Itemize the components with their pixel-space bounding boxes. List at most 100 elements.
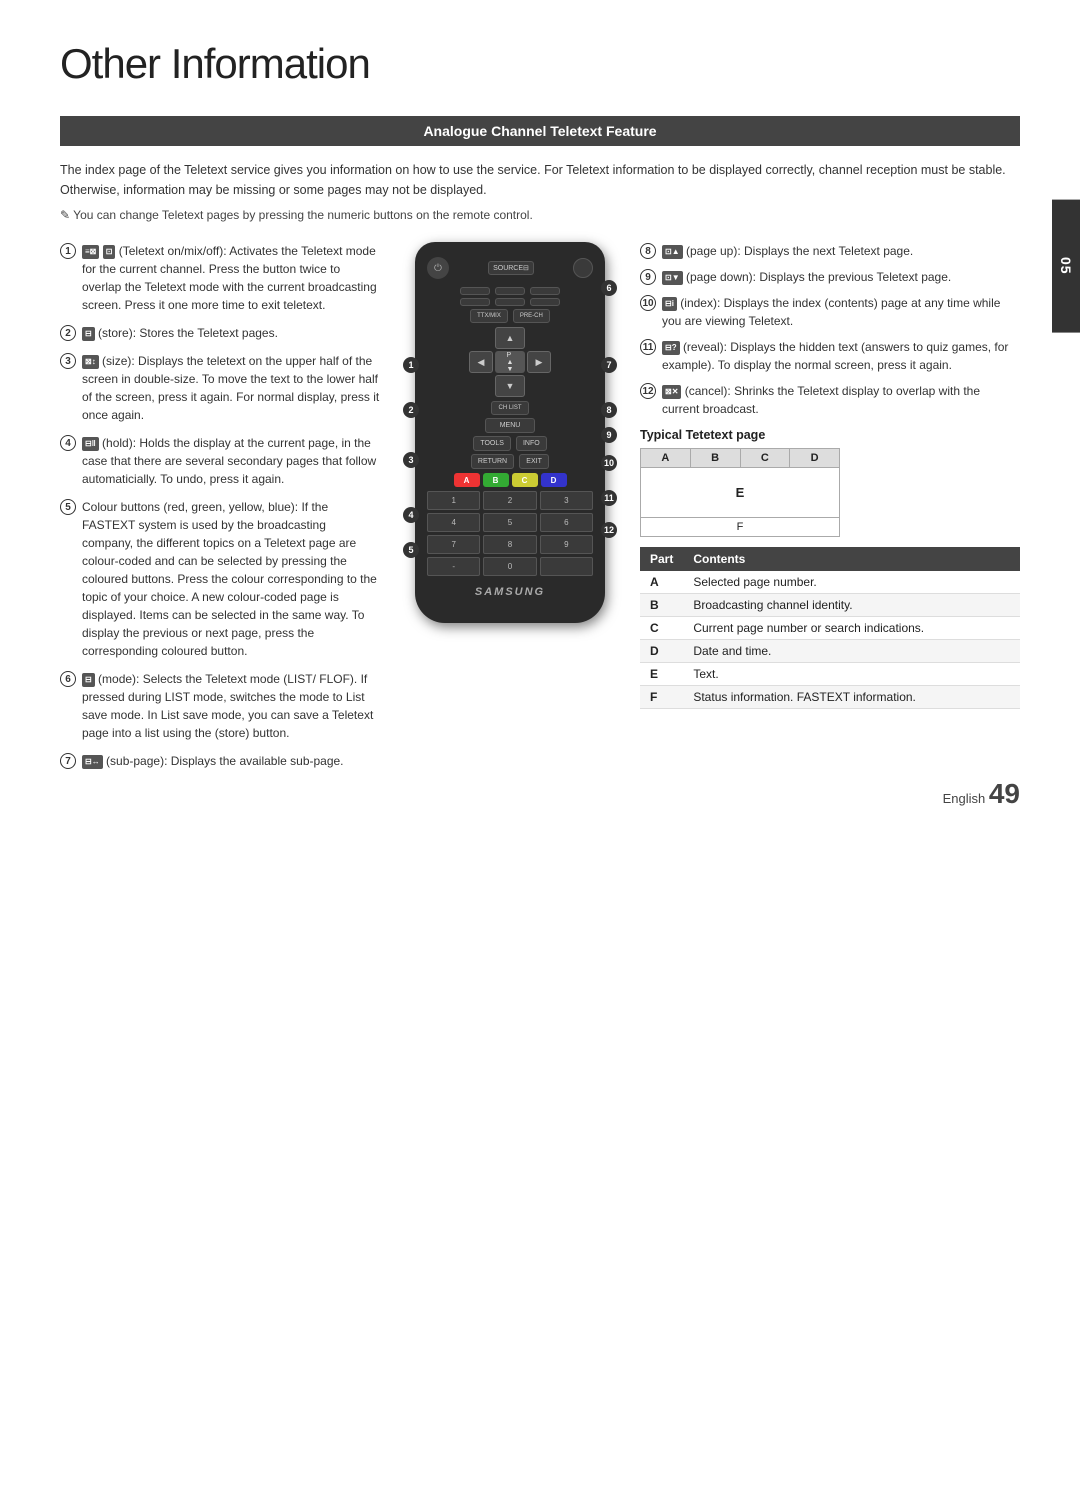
- nav-right-button[interactable]: ▶: [527, 351, 551, 373]
- list-item: 6 ⊟ (mode): Selects the Teletext mode (L…: [60, 670, 380, 742]
- source-button[interactable]: SOURCE⊟: [488, 261, 534, 275]
- subpage-icon: ⊟↔: [82, 755, 103, 769]
- footer-text: English: [943, 791, 986, 806]
- color-btn-green[interactable]: B: [483, 473, 509, 487]
- teletext-col-c: C: [741, 449, 791, 467]
- list-item-10: 10 ⊟i (index): Displays the index (conte…: [640, 294, 1020, 330]
- num-btn-6[interactable]: 6: [540, 513, 593, 532]
- btn-row-2: [427, 298, 593, 306]
- btn-empty-4[interactable]: [460, 298, 490, 306]
- power-button[interactable]: ⏻: [427, 257, 449, 279]
- color-btn-yellow[interactable]: C: [512, 473, 538, 487]
- num-btn-5[interactable]: 5: [483, 513, 536, 532]
- part-cell: B: [640, 594, 683, 617]
- num-btn-minus[interactable]: -: [427, 557, 480, 576]
- list-item: 2 ⊟ (store): Stores the Teletext pages.: [60, 324, 380, 342]
- page-number: 49: [989, 778, 1020, 809]
- info-button[interactable]: INFO: [516, 436, 547, 451]
- table-row: CCurrent page number or search indicatio…: [640, 617, 1020, 640]
- table-row: FStatus information. FASTEXT information…: [640, 686, 1020, 709]
- menu-button[interactable]: MENU: [485, 418, 535, 433]
- callout-9: 9: [601, 427, 617, 443]
- feature-list-right: 8 ⊡▲ (page up): Displays the next Telete…: [640, 242, 1020, 418]
- teletext-col-d: D: [790, 449, 839, 467]
- color-btn-blue[interactable]: D: [541, 473, 567, 487]
- item-number-12: 12: [640, 383, 656, 399]
- part-cell: F: [640, 686, 683, 709]
- btn-empty-2[interactable]: [495, 287, 525, 295]
- page-footer: English 49: [943, 778, 1020, 810]
- callout-4: 4: [403, 507, 419, 523]
- center-column: ⏻ SOURCE⊟: [400, 242, 620, 780]
- item-text-4: ⊟‖ (hold): Holds the display at the curr…: [82, 434, 380, 488]
- mode-icon: ⊟: [82, 673, 95, 687]
- ttx-icon: ≡⊠: [82, 245, 99, 259]
- parts-table-header-contents: Contents: [683, 547, 1020, 571]
- table-row: DDate and time.: [640, 640, 1020, 663]
- btn-empty-3[interactable]: [530, 287, 560, 295]
- item-text-2: ⊟ (store): Stores the Teletext pages.: [82, 324, 278, 342]
- num-btn-8[interactable]: 8: [483, 535, 536, 554]
- exit-button[interactable]: EXIT: [519, 454, 549, 469]
- nav-ok-button[interactable]: P▲▼: [495, 351, 525, 373]
- mute-button[interactable]: [573, 258, 593, 278]
- num-btn-9[interactable]: 9: [540, 535, 593, 554]
- callout-3: 3: [403, 452, 419, 468]
- callout-10: 10: [601, 455, 617, 471]
- item-text-10: ⊟i (index): Displays the index (contents…: [662, 294, 1020, 330]
- btn-row-1: [427, 287, 593, 295]
- item-text-5: Colour buttons (red, green, yellow, blue…: [82, 498, 380, 660]
- table-row: BBroadcasting channel identity.: [640, 594, 1020, 617]
- num-row-4: - 0: [427, 557, 593, 576]
- callout-1: 1: [403, 357, 419, 373]
- color-btn-red[interactable]: A: [454, 473, 480, 487]
- num-btn-3[interactable]: 3: [540, 491, 593, 510]
- nav-down-button[interactable]: ▼: [495, 375, 525, 397]
- nav-left-button[interactable]: ◀: [469, 351, 493, 373]
- num-btn-7[interactable]: 7: [427, 535, 480, 554]
- parts-table: Part Contents ASelected page number.BBro…: [640, 547, 1020, 709]
- num-btn-1[interactable]: 1: [427, 491, 480, 510]
- num-btn-2[interactable]: 2: [483, 491, 536, 510]
- item-text-9: ⊡▼ (page down): Displays the previous Te…: [662, 268, 951, 286]
- item-number-6: 6: [60, 671, 76, 687]
- main-content: 1 ≡⊠ ⊡ (Teletext on/mix/off): Activates …: [60, 242, 1020, 780]
- num-btn-4[interactable]: 4: [427, 513, 480, 532]
- item-number-11: 11: [640, 339, 656, 355]
- tools-button[interactable]: TOOLS: [473, 436, 511, 451]
- left-column: 1 ≡⊠ ⊡ (Teletext on/mix/off): Activates …: [60, 242, 380, 780]
- teletext-preview: A B C D E F: [640, 448, 840, 537]
- contents-cell: Status information. FASTEXT information.: [683, 686, 1020, 709]
- num-btn-misc[interactable]: [540, 557, 593, 576]
- item-number-7: 7: [60, 753, 76, 769]
- list-item-12: 12 ⊠✕ (cancel): Shrinks the Teletext dis…: [640, 382, 1020, 418]
- callout-12: 12: [601, 522, 617, 538]
- note-text: You can change Teletext pages by pressin…: [60, 208, 1020, 222]
- remote-control: ⏻ SOURCE⊟: [415, 242, 605, 623]
- contents-cell: Date and time.: [683, 640, 1020, 663]
- list-item: 5 Colour buttons (red, green, yellow, bl…: [60, 498, 380, 660]
- btn-empty-5[interactable]: [495, 298, 525, 306]
- btn-empty-6[interactable]: [530, 298, 560, 306]
- contents-cell: Selected page number.: [683, 571, 1020, 594]
- callout-2: 2: [403, 402, 419, 418]
- ttx-mix-button[interactable]: TTX/MIX: [470, 309, 508, 323]
- item-number-5: 5: [60, 499, 76, 515]
- reveal-icon: ⊟?: [662, 341, 680, 355]
- item-text-11: ⊟? (reveal): Displays the hidden text (a…: [662, 338, 1020, 374]
- contents-cell: Current page number or search indication…: [683, 617, 1020, 640]
- size-icon: ⊠↕: [82, 355, 99, 369]
- num-btn-0[interactable]: 0: [483, 557, 536, 576]
- item-number-4: 4: [60, 435, 76, 451]
- nav-cross: ▲ ◀ P▲▼ ▶ ▼: [427, 327, 593, 397]
- feature-list-left: 1 ≡⊠ ⊡ (Teletext on/mix/off): Activates …: [60, 242, 380, 770]
- list-item-8: 8 ⊡▲ (page up): Displays the next Telete…: [640, 242, 1020, 260]
- pre-ch-button[interactable]: PRE-CH: [513, 309, 550, 323]
- color-buttons: A B C D: [427, 473, 593, 487]
- btn-empty-1[interactable]: [460, 287, 490, 295]
- return-button[interactable]: RETURN: [471, 454, 514, 469]
- contents-cell: Text.: [683, 663, 1020, 686]
- nav-up-button[interactable]: ▲: [495, 327, 525, 349]
- ch-list-button[interactable]: CH LIST: [491, 401, 528, 415]
- part-cell: C: [640, 617, 683, 640]
